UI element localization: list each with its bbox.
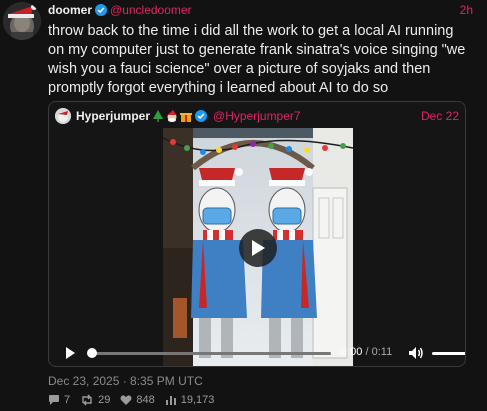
heart-icon <box>120 395 132 405</box>
like-count: 848 <box>136 394 155 406</box>
display-name[interactable]: doomer <box>48 3 92 17</box>
big-play-button[interactable] <box>239 229 277 267</box>
quoted-date[interactable]: Dec 22 <box>421 109 459 123</box>
video-controls: 0:00 / 0:11 <box>49 338 465 366</box>
verified-badge-icon <box>95 4 108 16</box>
reply-count: 7 <box>64 394 71 406</box>
quoted-handle[interactable]: @Hyperjumper7 <box>213 109 301 123</box>
post-timestamp[interactable]: Dec 23, 2025 · 8:35 PM UTC <box>48 374 203 388</box>
seek-handle[interactable] <box>87 348 97 358</box>
christmas-tree-icon <box>152 110 164 122</box>
current-time: 0:00 <box>341 346 363 358</box>
post-header: doomer @uncledoomer 2h <box>48 2 473 18</box>
comment-icon <box>49 395 59 405</box>
repost-stat[interactable]: 29 <box>80 394 110 406</box>
time-separator: / <box>362 346 372 358</box>
repost-count: 29 <box>98 394 111 406</box>
gift-icon <box>180 110 193 122</box>
repost-icon <box>82 394 92 406</box>
volume-icon[interactable] <box>408 345 424 361</box>
quoted-avatar[interactable] <box>55 108 71 124</box>
author-handle[interactable]: @uncledoomer <box>110 3 192 17</box>
play-icon <box>252 240 265 256</box>
like-stat[interactable]: 848 <box>120 394 155 406</box>
quoted-post-header: Hyperjumper @Hyperjumper7 Dec 22 <box>55 107 459 125</box>
view-count: 19,173 <box>180 394 215 406</box>
avatar[interactable] <box>3 2 41 40</box>
quoted-display-name[interactable]: Hyperjumper <box>76 109 150 123</box>
video-time: 0:00 / 0:11 <box>341 346 392 358</box>
duration: 0:11 <box>371 346 393 358</box>
engagement-stats: 7 29 848 19,173 <box>48 394 224 406</box>
volume-slider[interactable] <box>432 352 465 355</box>
santa-icon <box>166 110 178 122</box>
play-icon[interactable] <box>63 346 77 360</box>
post: doomer @uncledoomer 2h throw back to the… <box>0 0 487 411</box>
views-stat: 19,173 <box>165 394 215 406</box>
post-text: throw back to the time i did all the wor… <box>48 23 466 96</box>
reply-stat[interactable]: 7 <box>48 394 70 406</box>
post-time[interactable]: 2h <box>460 3 473 17</box>
bar-chart-icon <box>165 396 176 405</box>
seek-bar[interactable] <box>91 352 331 355</box>
quoted-verified-badge-icon <box>195 110 208 122</box>
